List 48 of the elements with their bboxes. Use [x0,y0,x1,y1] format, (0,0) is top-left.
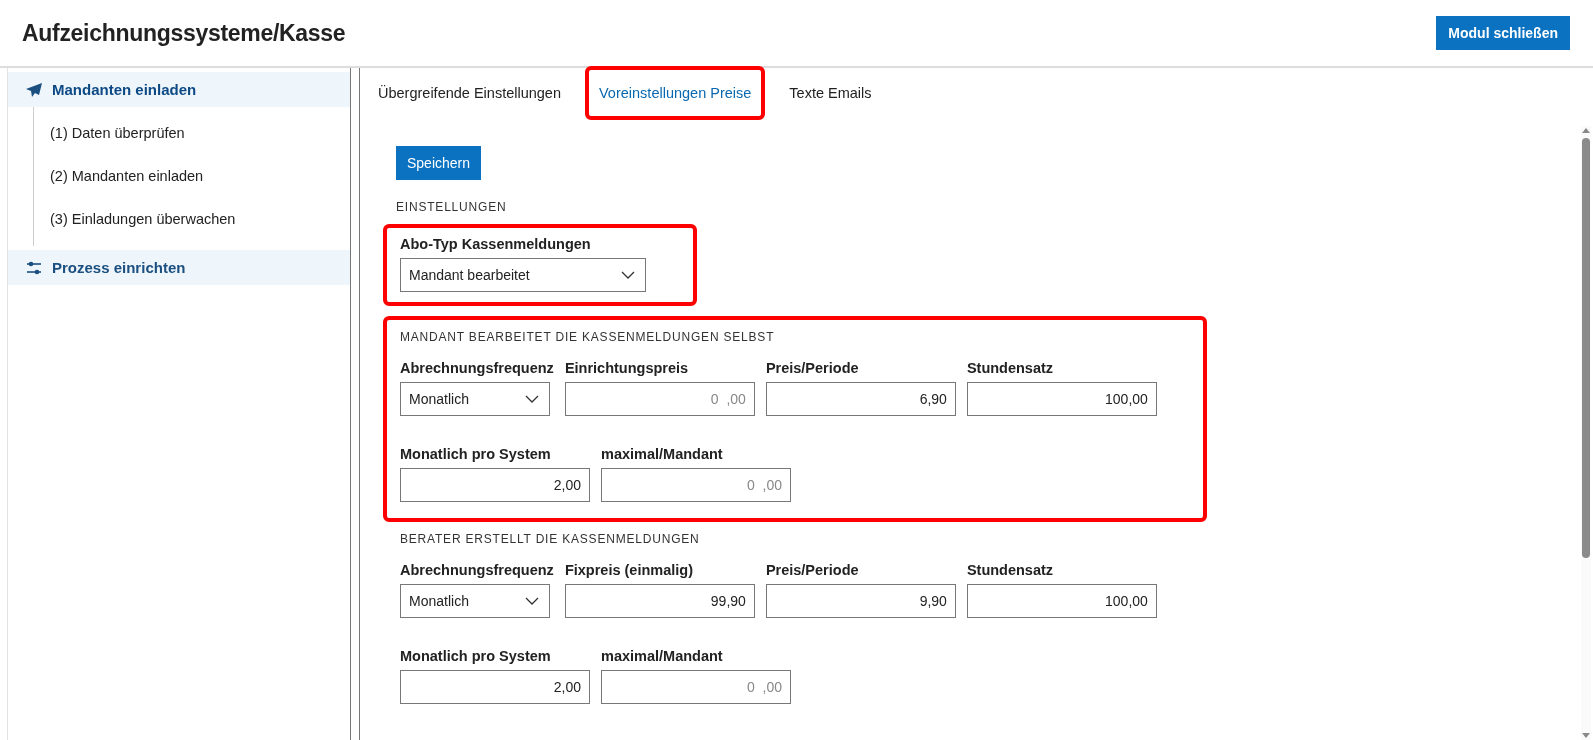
chevron-down-icon [525,597,539,605]
number-input-field[interactable]: 2,00 [400,468,590,502]
tab[interactable]: Übergreifende Einstellungen [374,66,575,120]
tab[interactable]: Voreinstellungen Preise [585,66,766,120]
field-label: Stundensatz [966,562,1055,578]
scroll-down-arrow-icon[interactable] [1581,732,1591,740]
field-label: Abo-Typ Kassenmeldungen [400,236,592,252]
number-input-field[interactable]: 2,00 [400,670,590,704]
dropdown-field[interactable]: Monatlich [400,584,550,618]
scrollbar[interactable] [1581,126,1591,740]
sidebar-item[interactable]: Mandanten einladen [8,72,350,107]
field-label: Preis/Periode [765,360,860,376]
number-input-field[interactable]: 99,90 [564,584,755,618]
field-label: maximal/Mandant [601,446,724,462]
save-button[interactable]: Speichern [396,146,482,180]
section-heading: MANDANT BEARBEITET DIE KASSENMELDUNGEN SELBST [400,330,776,344]
number-input-field[interactable]: 9,90 [765,584,956,618]
number-input-field[interactable]: 0 ,00 [564,382,755,416]
sidebar-subitem[interactable]: (3) Einladungen überwachen [34,197,350,240]
number-input-field[interactable]: 100,00 [966,584,1157,618]
field-label: maximal/Mandant [601,648,724,664]
dropdown-field[interactable]: Monatlich [400,382,550,416]
paper-plane-icon [26,82,42,97]
sidebar-subitem[interactable]: (2) Mandanten einladen [34,154,350,197]
field-label: Stundensatz [966,360,1055,376]
field-label: Preis/Periode [765,562,860,578]
sidebar-subitem[interactable]: (1) Daten überprüfen [34,111,350,154]
tab[interactable]: Texte Emails [775,66,886,120]
scroll-up-arrow-icon[interactable] [1581,126,1591,134]
field-label: Abrechnungsfrequenz [400,562,554,578]
field-label: Monatlich pro System [400,446,552,462]
close-module-button[interactable]: Modul schließen [1436,16,1570,50]
section-heading: BERATER ERSTELLT DIE KASSENMELDUNGEN [400,532,701,546]
number-input-field[interactable]: 100,00 [966,382,1157,416]
chevron-down-icon [525,395,539,403]
number-input-field[interactable]: 0 ,00 [601,670,791,704]
dropdown-field[interactable]: Mandant bearbeitet [400,258,646,292]
sliders-icon [26,260,42,275]
chevron-down-icon [621,271,635,279]
number-input-field[interactable]: 0 ,00 [601,468,791,502]
field-label: Monatlich pro System [400,648,552,664]
section-heading: EINSTELLUNGEN [396,200,508,214]
sidebar-item[interactable]: Prozess einrichten [8,250,350,285]
number-input-field[interactable]: 6,90 [765,382,956,416]
page-title: Aufzeichnungssysteme/Kasse [22,19,346,47]
field-label: Einrichtungspreis [564,360,690,376]
field-label: Fixpreis (einmalig) [564,562,694,578]
field-label: Abrechnungsfrequenz [400,360,554,376]
